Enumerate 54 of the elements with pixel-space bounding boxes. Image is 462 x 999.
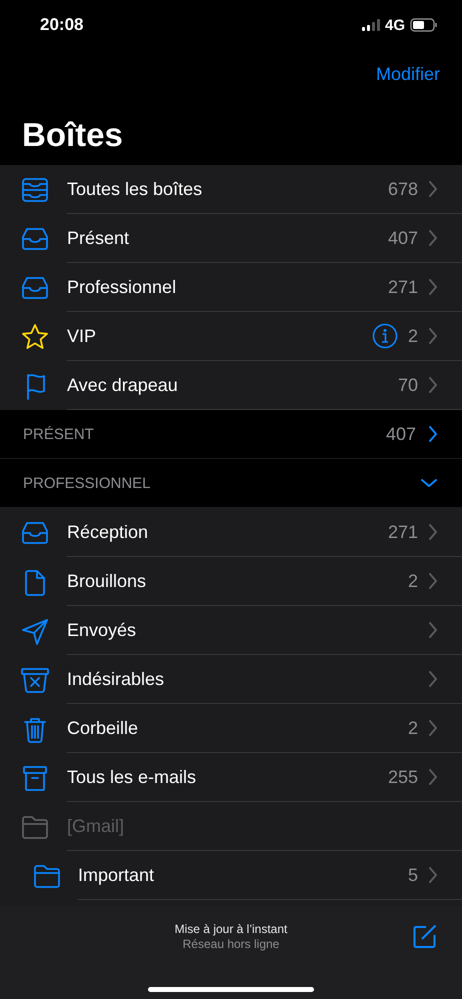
mailbox-label[interactable]: Tous les e-mails (67, 766, 378, 788)
chevron-icon[interactable] (428, 180, 438, 198)
unread-count: 271 (388, 276, 418, 298)
mailbox-label[interactable]: VIP (67, 326, 362, 346)
info-icon[interactable] (372, 323, 398, 349)
chevron-icon[interactable] (428, 425, 438, 443)
section-header[interactable]: PROFESSIONNEL (23, 474, 151, 492)
tray-stack-icon (20, 176, 50, 204)
chevron-icon[interactable] (428, 376, 438, 394)
mailbox-label[interactable]: Professionnel (67, 276, 378, 298)
chevron-icon[interactable] (428, 719, 438, 737)
chevron-icon[interactable] (428, 768, 438, 786)
unread-count: 2 (408, 570, 418, 592)
archive-box-icon (20, 764, 50, 792)
battery-icon (410, 18, 438, 32)
edit-button[interactable]: Modifier (376, 64, 440, 84)
mailbox-label[interactable]: Présent (67, 228, 378, 248)
unread-count: 255 (388, 766, 418, 788)
junk-bin-icon (20, 666, 50, 694)
unread-count: 2 (408, 326, 418, 346)
unread-count: 2 (408, 718, 418, 738)
unread-count: 70 (398, 374, 418, 396)
network-status: Réseau hors ligne (182, 937, 280, 951)
paper-plane-icon (20, 616, 50, 644)
chevron-icon[interactable] (428, 670, 438, 688)
unread-count: 5 (408, 864, 418, 886)
mailbox-label[interactable]: Brouillons (67, 570, 398, 592)
status-time: 20:08 (40, 15, 84, 35)
mailbox-label[interactable]: Envoyés (67, 620, 418, 640)
mailbox-label[interactable]: Toutes les boîtes (67, 178, 378, 200)
mailbox-label[interactable]: Corbeille (67, 718, 398, 738)
unread-count: 407 (386, 424, 416, 444)
chevron-icon[interactable] (428, 229, 438, 247)
mailbox-label[interactable]: Réception (67, 522, 378, 542)
page-title: Boîtes (21, 115, 124, 155)
chevron-down-icon[interactable] (420, 478, 438, 488)
chevron-icon[interactable] (428, 572, 438, 590)
chevron-icon[interactable] (428, 327, 438, 345)
star-icon (20, 322, 50, 350)
section-header[interactable]: PRÉSENT (23, 426, 94, 442)
update-status: Mise à jour à l’instant (174, 922, 288, 936)
chevron-icon[interactable] (428, 866, 438, 884)
compose-icon[interactable] (412, 923, 438, 949)
unread-count: 678 (388, 178, 418, 200)
chevron-icon[interactable] (428, 621, 438, 639)
chevron-icon[interactable] (428, 278, 438, 296)
mailbox-label: [Gmail] (67, 816, 126, 836)
signal-icon (362, 19, 380, 31)
mailbox-label[interactable]: Indésirables (67, 668, 418, 690)
unread-count: 271 (388, 522, 418, 542)
mailbox-label[interactable]: Avec drapeau (67, 374, 388, 396)
network-label: 4G (384, 16, 405, 34)
unread-count: 407 (388, 228, 418, 248)
chevron-icon[interactable] (428, 523, 438, 541)
